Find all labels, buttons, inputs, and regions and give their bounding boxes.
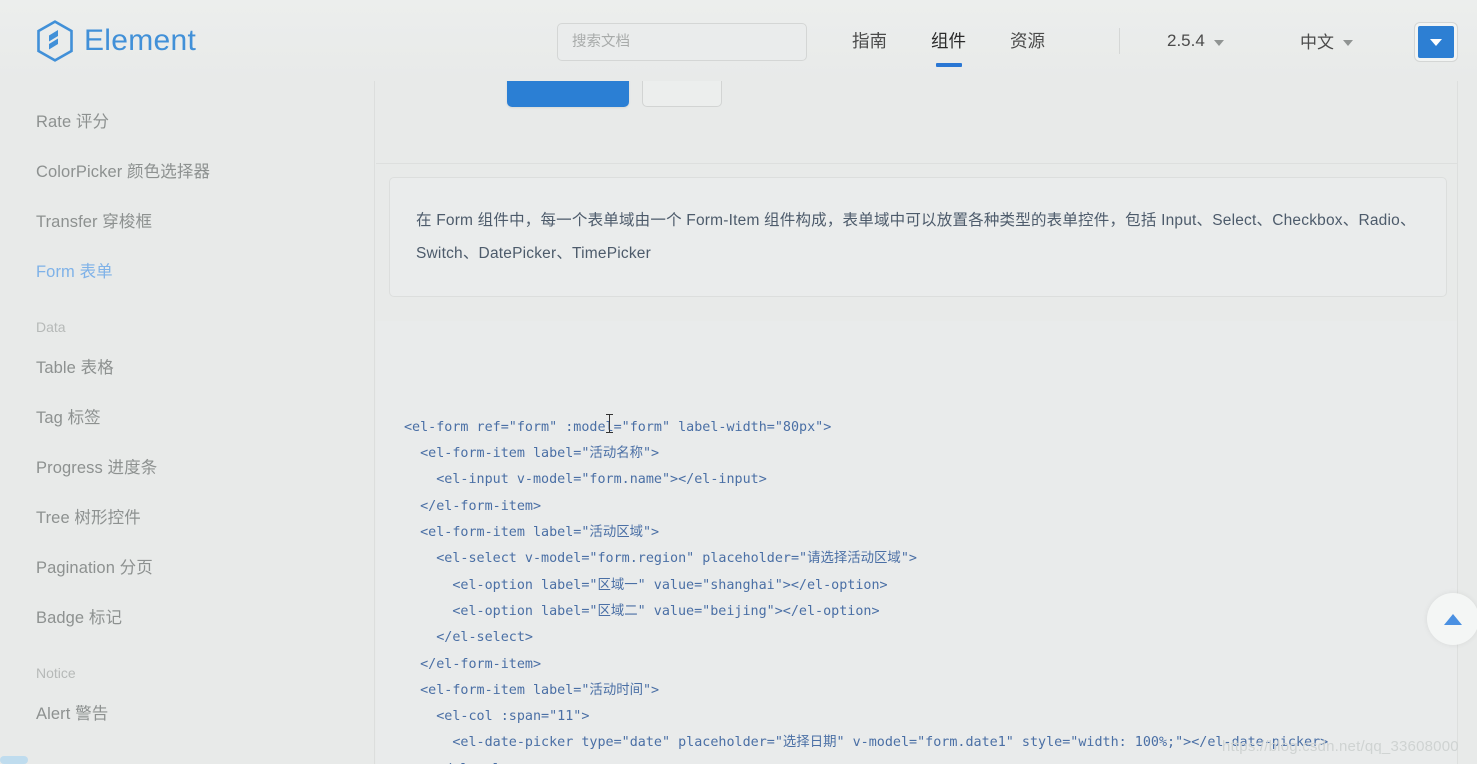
sidebar-item-table[interactable]: Table 表格 [0, 341, 374, 391]
code-line: <el-form-item label="活动时间"> [404, 682, 660, 698]
nav-item-resources-label: 资源 [1010, 31, 1045, 51]
nav-item-components[interactable]: 组件 [909, 0, 988, 81]
code-line: <el-option label="区域二" value="beijing"><… [404, 603, 880, 619]
sidebar-item-alert[interactable]: Alert 警告 [0, 687, 374, 737]
code-line: </el-form-item> [404, 656, 542, 672]
sidebar-item-label: Alert 警告 [36, 705, 109, 723]
header-divider [1119, 28, 1120, 54]
code-line: </el-form-item> [404, 498, 542, 514]
active-nav-underline [935, 63, 962, 67]
code-sample[interactable]: <el-form ref="form" :model="form" label-… [376, 321, 1457, 764]
sidebar-item-label: Progress 进度条 [36, 459, 158, 477]
main-content: 在 Form 组件中，每一个表单域由一个 Form-Item 组件构成，表单域中… [376, 81, 1457, 764]
chevron-down-icon [1213, 39, 1224, 46]
demo-form-buttons [507, 81, 722, 107]
nav-item-resources[interactable]: 资源 [988, 0, 1067, 81]
code-line: <el-select v-model="form.region" placeho… [404, 551, 917, 567]
brand-logo[interactable]: Element [36, 19, 197, 62]
brand-name: Element [84, 23, 197, 57]
sidebar-group-data: Data [0, 295, 374, 341]
code-line: <el-col :span="11"> [404, 709, 590, 725]
element-hexagon-logo-icon [37, 19, 73, 62]
language-dropdown[interactable]: 中文 [1300, 0, 1353, 81]
code-line: </el-col> [376, 757, 1457, 764]
content-right-divider [1457, 81, 1458, 764]
chevron-down-icon [1343, 39, 1353, 46]
sidebar-item-label: Badge 标记 [36, 609, 123, 627]
sidebar-item-label: Tag 标签 [36, 409, 101, 427]
search-input[interactable] [558, 24, 806, 60]
version-dropdown[interactable]: 2.5.4 [1167, 0, 1224, 81]
sidebar-item-label: Tree 树形控件 [36, 509, 141, 527]
nav-item-components-label: 组件 [931, 31, 966, 51]
sidebar-item-progress[interactable]: Progress 进度条 [0, 441, 374, 491]
code-line: <el-form-item label="活动区域"> [404, 525, 660, 541]
submit-button[interactable] [507, 81, 629, 107]
text-cursor-icon [606, 414, 613, 433]
sidebar-item-label: ColorPicker 颜色选择器 [36, 163, 211, 181]
chevron-down-icon [1430, 38, 1442, 46]
sidebar-item-label: Pagination 分页 [36, 559, 153, 577]
description-text: 在 Form 组件中，每一个表单域由一个 Form-Item 组件构成，表单域中… [416, 212, 1416, 262]
sidebar-group-label: Notice [36, 665, 76, 681]
back-to-top-button[interactable] [1427, 593, 1477, 645]
sidebar-item-label: Form 表单 [36, 263, 113, 281]
nav-item-guide-label: 指南 [852, 31, 887, 51]
code-line: </el-select> [404, 630, 533, 646]
sidebar-scrollbar[interactable] [0, 756, 28, 764]
theme-dropdown-button[interactable] [1415, 23, 1457, 61]
sidebar-item-label: Table 表格 [36, 359, 114, 377]
code-line: <el-input v-model="form.name"></el-input… [404, 472, 767, 488]
sidebar-item-transfer[interactable]: Transfer 穿梭框 [0, 195, 374, 245]
sidebar-item-tree[interactable]: Tree 树形控件 [0, 491, 374, 541]
search-box[interactable] [557, 23, 807, 61]
page-root: Element 指南 组件 资源 2.5.4 中文 [0, 0, 1477, 764]
sidebar-item-pagination[interactable]: Pagination 分页 [0, 541, 374, 591]
sidebar-item-tag[interactable]: Tag 标签 [0, 391, 374, 441]
sidebar[interactable]: Rate 评分 ColorPicker 颜色选择器 Transfer 穿梭框 F… [0, 81, 375, 764]
sidebar-item-label: Rate 评分 [36, 113, 110, 131]
site-header: Element 指南 组件 资源 2.5.4 中文 [0, 0, 1477, 81]
cancel-button[interactable] [642, 81, 722, 107]
sidebar-item-rate[interactable]: Rate 评分 [0, 95, 374, 145]
sidebar-item-form[interactable]: Form 表单 [0, 245, 374, 295]
main-nav: 指南 组件 资源 [830, 0, 1067, 81]
description-panel: 在 Form 组件中，每一个表单域由一个 Form-Item 组件构成，表单域中… [389, 177, 1447, 297]
language-label: 中文 [1300, 33, 1334, 52]
nav-item-guide[interactable]: 指南 [830, 0, 909, 81]
sidebar-item-colorpicker[interactable]: ColorPicker 颜色选择器 [0, 145, 374, 195]
code-line: <el-form-item label="活动名称"> [404, 446, 660, 462]
demo-section-divider [376, 163, 1457, 164]
sidebar-item-badge[interactable]: Badge 标记 [0, 591, 374, 641]
sidebar-group-notice: Notice [0, 641, 374, 687]
code-line: <el-date-picker type="date" placeholder=… [404, 735, 1329, 751]
code-line: <el-form ref="form" :model="form" label-… [404, 419, 832, 435]
code-line: <el-option label="区域一" value="shanghai">… [404, 577, 888, 593]
arrow-up-icon [1444, 613, 1462, 625]
sidebar-group-label: Data [36, 319, 66, 335]
sidebar-item-label: Transfer 穿梭框 [36, 213, 153, 231]
version-label: 2.5.4 [1167, 30, 1205, 50]
